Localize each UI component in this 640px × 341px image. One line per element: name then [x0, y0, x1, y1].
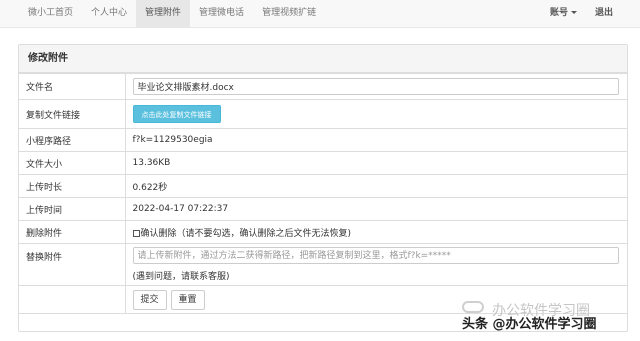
nav-manage-video-links[interactable]: 管理视频扩链	[253, 0, 325, 28]
replace-label: 替换附件	[19, 243, 126, 286]
reset-button[interactable]: 重置	[170, 289, 205, 310]
actions-empty-cell	[19, 285, 126, 314]
replace-help-text: (遇到问题，请联系客服)	[132, 272, 230, 282]
account-dropdown[interactable]: 账号	[541, 0, 586, 28]
filename-label: 文件名	[19, 73, 126, 100]
copy-link-button[interactable]: 点击此处复制文件链接	[132, 105, 221, 123]
panel-title: 修改附件	[19, 45, 627, 73]
file-size-value: 13.36KB	[124, 151, 627, 175]
upload-duration-label: 上传时长	[19, 174, 126, 198]
row-miniprogram-path: 小程序路径 f?k=1129530egia	[19, 128, 627, 152]
row-file-size: 文件大小 13.36KB	[19, 151, 627, 175]
top-navbar: 微小工首页 个人中心 管理附件 管理微电话 管理视频扩链 账号 退出	[0, 0, 640, 28]
caret-down-icon	[570, 11, 577, 14]
row-filename: 文件名	[19, 73, 627, 100]
upload-time-value: 2022-04-17 07:22:37	[124, 197, 627, 221]
replace-path-input[interactable]	[132, 247, 619, 264]
row-upload-duration: 上传时长 0.622秒	[19, 174, 627, 198]
nav-manage-attachments[interactable]: 管理附件	[136, 0, 191, 28]
delete-label: 删除附件	[19, 220, 126, 244]
miniprogram-path-label: 小程序路径	[19, 128, 126, 152]
nav-manage-phone[interactable]: 管理微电话	[190, 0, 253, 28]
logout-link[interactable]: 退出	[586, 0, 622, 28]
copy-link-label: 复制文件链接	[19, 99, 126, 129]
edit-attachment-panel: 修改附件 文件名 复制文件链接 点击此处复制文件链接 小程序路径 f?k=112…	[18, 44, 628, 332]
submit-button[interactable]: 提交	[132, 289, 167, 310]
miniprogram-path-value: f?k=1129530egia	[124, 128, 627, 152]
delete-confirm: 确认删除（请不要勾选，确认删除之后文件无法恢复)	[124, 220, 627, 244]
row-replace: 替换附件 (遇到问题，请联系客服)	[19, 243, 627, 286]
file-size-label: 文件大小	[19, 151, 126, 175]
upload-duration-value: 0.622秒	[124, 174, 627, 198]
filename-input[interactable]	[132, 78, 619, 95]
delete-checkbox[interactable]	[132, 229, 140, 237]
attachment-form-table: 文件名 复制文件链接 点击此处复制文件链接 小程序路径 f?k=1129530e…	[19, 73, 627, 314]
watermark-logo-icon	[462, 301, 484, 313]
nav-home[interactable]: 微小工首页	[19, 0, 82, 28]
row-upload-time: 上传时间 2022-04-17 07:22:37	[19, 197, 627, 221]
nav-left: 微小工首页 个人中心 管理附件 管理微电话 管理视频扩链	[19, 0, 325, 28]
nav-right: 账号 退出	[541, 0, 622, 28]
upload-time-label: 上传时间	[19, 197, 126, 221]
nav-personal-center[interactable]: 个人中心	[82, 0, 136, 28]
delete-checkbox-text: 确认删除（请不要勾选，确认删除之后文件无法恢复)	[140, 228, 352, 239]
row-copy-link: 复制文件链接 点击此处复制文件链接	[19, 99, 627, 129]
watermark-main-text: 头条 @办公软件学习圈	[462, 317, 597, 332]
row-delete: 删除附件 确认删除（请不要勾选，确认删除之后文件无法恢复)	[19, 220, 627, 244]
account-label: 账号	[549, 8, 568, 18]
